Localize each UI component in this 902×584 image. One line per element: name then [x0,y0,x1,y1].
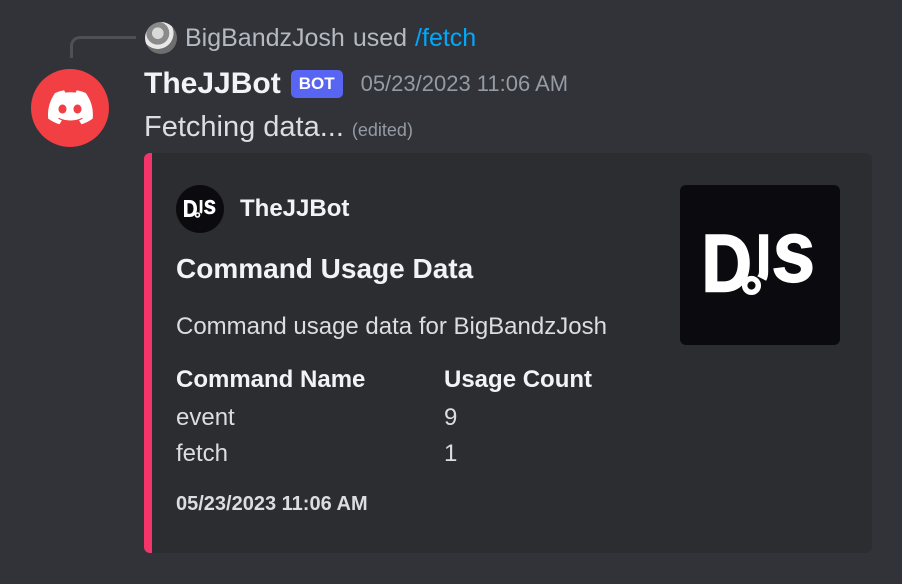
embed-footer-timestamp: 05/23/2023 11:06 AM [176,493,368,515]
reply-connector [70,36,136,58]
message-timestamp[interactable]: 05/23/2023 11:06 AM [361,71,569,97]
reply-command-link[interactable]: /fetch [415,24,476,53]
message-header: TheJJBot BOT 05/23/2023 11:06 AM [144,64,568,104]
discord-logo-icon [48,90,93,125]
reply-username[interactable]: BigBandzJosh [185,24,345,53]
bot-avatar[interactable] [31,69,109,147]
embed-field-command-name: Command Name event fetch [176,366,444,472]
reply-reference[interactable]: BigBandzJosh used /fetch [145,20,476,56]
embed-author-name[interactable]: TheJJBot [240,195,349,223]
bot-username[interactable]: TheJJBot [144,67,281,101]
field-value: 1 [444,440,458,467]
edited-label[interactable]: (edited) [352,120,413,141]
field-value: event [176,404,235,431]
embed-description: Command usage data for BigBandzJosh [176,313,607,340]
bot-badge: BOT [290,70,343,98]
reply-user-avatar[interactable] [145,22,177,54]
embed-field-usage-count: Usage Count 9 1 [444,366,712,472]
field-value: fetch [176,440,229,467]
embed-fields: Command Name event fetch Usage Count 9 1 [176,366,712,472]
embed-author: TheJJBot [176,185,349,233]
djs-logo-icon [176,185,224,233]
message-content: Fetching data... (edited) [144,111,413,144]
reply-used-text: used [352,23,408,52]
message-text: Fetching data... [144,111,344,143]
field-name: Command Name [176,366,366,393]
djs-logo-icon [705,233,813,296]
embed-title: Command Usage Data [176,253,474,284]
field-value: 9 [444,404,458,431]
embed: TheJJBot Command Usage Data Command usag… [144,153,872,553]
embed-thumbnail[interactable] [680,185,840,345]
field-name: Usage Count [444,366,593,393]
